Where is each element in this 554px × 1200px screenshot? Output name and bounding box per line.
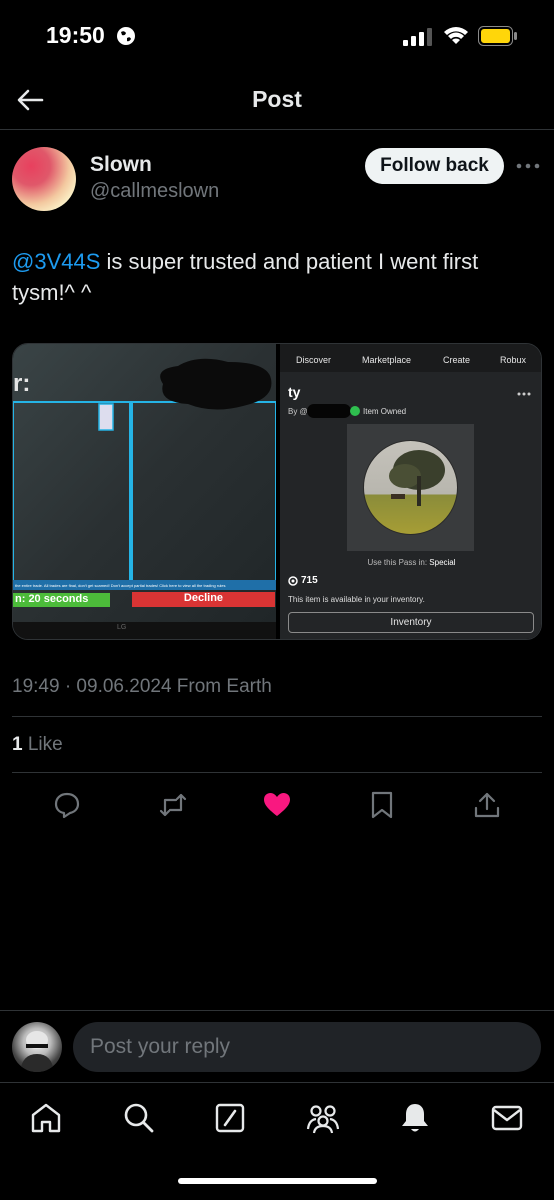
item-owned-screenshot[interactable]: Discover Marketplace Create Robux ty By … [280,344,541,639]
item-creator: By @ [288,407,308,416]
globe-icon [117,27,135,45]
owned-check-icon [350,406,360,416]
battery-icon [478,26,517,46]
tree-image [363,440,458,535]
likes-label: Like [22,734,63,755]
repost-icon[interactable] [158,790,188,820]
top-header: Post [0,72,554,130]
nav-discover: Discover [296,355,332,365]
status-time: 19:50 [46,22,105,48]
item-title: ty [288,384,301,400]
like-icon[interactable] [262,790,292,820]
monitor-brand: LG [117,624,127,631]
inventory-button: Inventory [288,612,534,633]
follow-back-button[interactable]: Follow back [365,148,504,184]
wifi-icon [444,27,468,44]
likes-row[interactable]: 1 Like [12,734,63,756]
author-name[interactable]: Slown [90,153,152,177]
messages-icon[interactable] [490,1101,524,1135]
post-actions [0,782,554,828]
use-pass-place: Special [429,558,456,567]
cellular-signal-icon [403,28,432,46]
page-title: Post [252,86,302,112]
user-avatar-image [20,1031,54,1072]
use-pass-text: Use this Pass in: Special [280,558,541,567]
robux-icon [288,576,298,586]
user-avatar[interactable] [12,1022,62,1072]
trade-partial-title: r: [13,370,31,397]
more-options-icon[interactable] [514,156,542,176]
nav-robux: Robux [500,355,527,365]
author-avatar[interactable] [12,147,76,211]
share-icon[interactable] [472,790,502,820]
post-text: @3V44S is super trusted and patient I we… [12,246,542,308]
author-handle[interactable]: @callmeslown [90,180,219,203]
divider [12,716,542,717]
available-text: This item is available in your inventory… [288,595,425,604]
trade-notice: the entire trade. All trades are final, … [15,583,226,588]
post-timestamp: 19:49 · 09.06.2024 From Earth [12,676,272,697]
notifications-icon[interactable] [398,1101,432,1135]
decline-button: Decline [183,592,224,604]
mention-link[interactable]: @3V44S [12,249,100,274]
nav-create: Create [443,355,471,365]
post-media[interactable]: r: the entire trade. All trades are fina… [12,343,542,640]
item-owned-label: Item Owned [363,407,407,416]
roblox-nav: Discover Marketplace Create Robux [280,344,541,372]
divider [12,772,542,773]
grok-icon[interactable] [213,1101,247,1135]
reply-icon[interactable] [52,790,82,820]
use-pass-prefix: Use this Pass in: [367,558,430,567]
communities-icon[interactable] [306,1101,340,1135]
creator-redaction [307,404,351,418]
trade-timer: n: 20 seconds [15,593,89,605]
item-more-icon [517,392,531,396]
bookmark-icon[interactable] [367,790,397,820]
home-icon[interactable] [29,1101,63,1135]
trade-screen-photo[interactable]: r: the entire trade. All trades are fina… [13,344,276,639]
item-price: 715 [301,575,318,586]
likes-count: 1 [12,734,23,755]
reply-input[interactable] [73,1022,541,1072]
item-thumbnail [347,424,474,551]
search-icon[interactable] [122,1101,156,1135]
nav-marketplace: Marketplace [362,355,412,365]
reply-bar [0,1010,554,1082]
home-indicator[interactable] [178,1178,377,1184]
status-bar: 19:50 [0,0,554,72]
